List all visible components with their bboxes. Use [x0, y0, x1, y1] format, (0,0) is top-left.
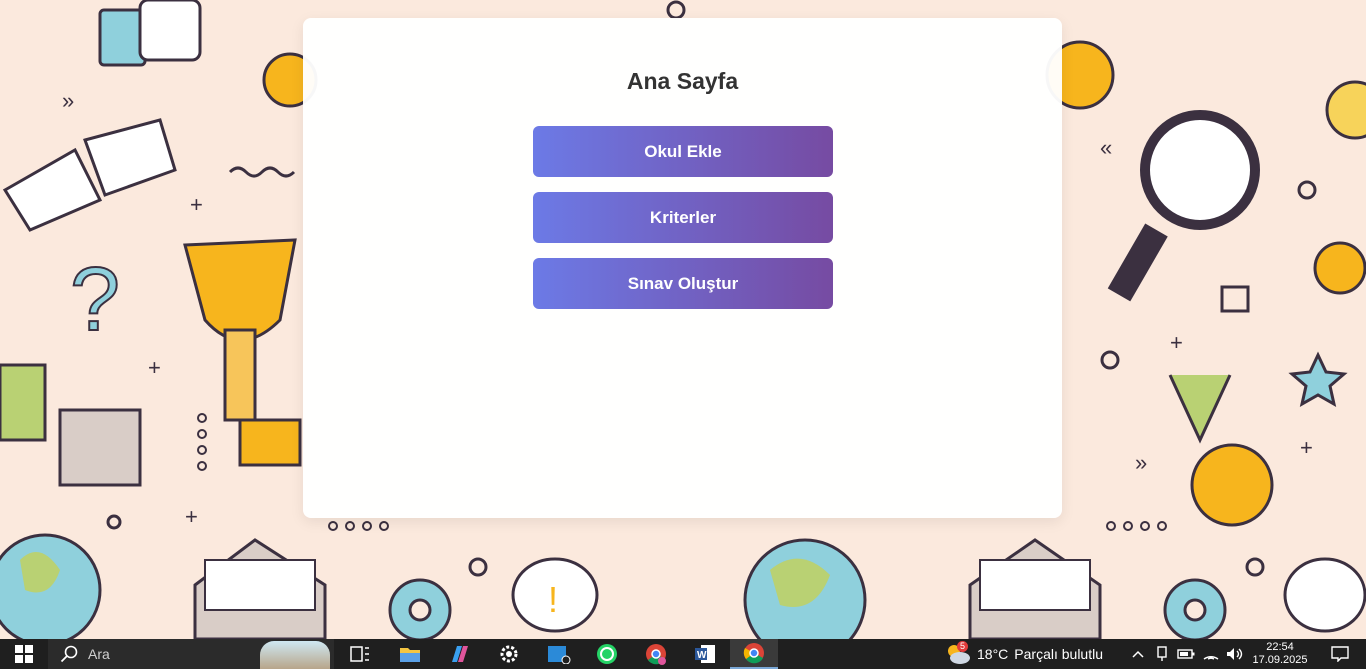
- chrome-glyph: [646, 644, 666, 665]
- weather-badge: 5: [957, 641, 968, 652]
- chevron-doodle: »: [62, 88, 74, 113]
- battery-icon[interactable]: [1175, 639, 1197, 669]
- chrome-glyph: [743, 643, 764, 664]
- weather-description: Parçalı bulutlu: [1014, 646, 1103, 662]
- whatsapp-icon[interactable]: [583, 639, 631, 669]
- page-title: Ana Sayfa: [626, 68, 739, 94]
- weather-widget[interactable]: 5 18°C Parçalı bulutlu: [945, 639, 1125, 669]
- copilot-glyph: [452, 646, 468, 662]
- taskbar-clock[interactable]: 22:54 17.09.2025: [1250, 639, 1310, 669]
- task-view-glyph: [350, 646, 369, 662]
- plus-doodle: +: [1170, 330, 1183, 355]
- file-explorer-icon[interactable]: [386, 639, 434, 669]
- usb-device-icon[interactable]: [1152, 639, 1172, 669]
- chevron-doodle: »: [1135, 450, 1147, 475]
- okul-ekle-button[interactable]: Okul Ekle: [533, 126, 833, 177]
- chrome-profile-icon[interactable]: [632, 639, 680, 669]
- clock-time: 22:54: [1266, 641, 1294, 653]
- main-card: Ana Sayfa Okul Ekle Kriterler Sınav Oluş…: [303, 18, 1062, 518]
- question-mark-icon: ?: [70, 250, 120, 350]
- gear-hole: [1183, 598, 1207, 622]
- gear-hole: [408, 598, 432, 622]
- plus-doodle: +: [185, 504, 198, 529]
- weather-temperature: 18°C: [977, 646, 1009, 662]
- puzzle-icon: [0, 363, 47, 442]
- search-placeholder: Ara: [88, 646, 110, 662]
- mail-app-icon[interactable]: [535, 639, 583, 669]
- copilot-icon[interactable]: [436, 639, 484, 669]
- settings-gear-icon[interactable]: [485, 639, 533, 669]
- start-button[interactable]: [0, 639, 48, 669]
- gear-glyph: [500, 645, 518, 663]
- svg-text:W: W: [697, 650, 707, 661]
- search-icon: [60, 645, 78, 663]
- task-view-icon[interactable]: [336, 639, 384, 669]
- clock-date: 17.09.2025: [1252, 654, 1308, 666]
- weather-cloud-icon: 5: [945, 641, 971, 665]
- word-icon[interactable]: W: [681, 639, 729, 669]
- exclamation-glyph: !: [548, 579, 558, 620]
- notification-center-icon[interactable]: [1314, 639, 1366, 669]
- plus-doodle: +: [148, 355, 161, 380]
- folder-glyph: [400, 648, 420, 662]
- search-highlight-image[interactable]: [260, 641, 330, 669]
- taskbar: Ara W 5 18°C Parçalı bulutlu 22:54 17.09…: [0, 639, 1366, 669]
- chrome-icon[interactable]: [730, 639, 778, 669]
- smiley-icon: [1313, 241, 1366, 295]
- speech-bubble-icon: [1283, 557, 1366, 633]
- whatsapp-glyph: [597, 644, 617, 664]
- puzzle-icon: [58, 408, 142, 487]
- word-glyph: W: [695, 645, 715, 663]
- kriterler-button[interactable]: Kriterler: [533, 192, 833, 243]
- plus-doodle: +: [1300, 435, 1313, 460]
- windows-icon: [15, 645, 33, 663]
- plus-doodle: +: [190, 192, 203, 217]
- sinav-olustur-button[interactable]: Sınav Oluştur: [533, 258, 833, 309]
- thumbs-up-icon: [98, 0, 202, 67]
- chevron-doodle: «: [1100, 135, 1112, 160]
- volume-icon[interactable]: [1224, 639, 1246, 669]
- chevron-up-icon[interactable]: [1128, 639, 1148, 669]
- wifi-icon[interactable]: [1200, 639, 1222, 669]
- mail-glyph: [548, 646, 571, 664]
